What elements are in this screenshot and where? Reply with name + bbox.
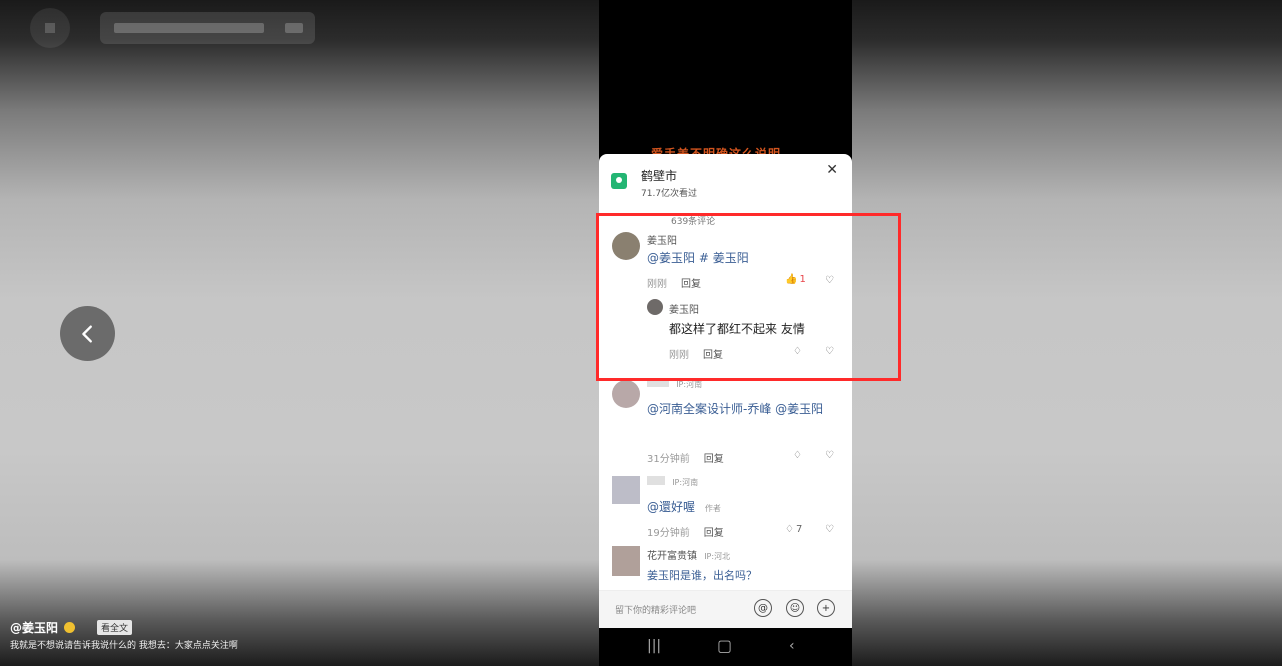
thumbs-up-icon: ♢ — [793, 450, 802, 461]
comment-author-ip: IP:河南 — [647, 378, 702, 390]
like-count: 7 — [795, 524, 803, 535]
read-full-tag[interactable]: 看全文 — [97, 619, 133, 635]
comment-item: 花开富贵镇 IP:河北 姜玉阳是谁，出名吗？ — [599, 544, 852, 590]
comment-item: IP:河南 @還好喔 作者 19分钟前 回复 ♢ 7 ♡ — [599, 476, 852, 539]
mention-link[interactable]: @姜玉阳 — [775, 402, 823, 416]
comment-author-ip: IP:河南 — [647, 476, 698, 488]
hashtag-link[interactable]: # 姜玉阳 — [699, 251, 749, 265]
dislike-icon[interactable]: ♡ — [825, 346, 834, 357]
location-header[interactable]: 鹤壁市 71.7亿次看过 ✕ — [599, 154, 852, 206]
dislike-icon[interactable]: ♡ — [825, 275, 834, 286]
reply-author[interactable]: 姜玉阳 — [669, 301, 699, 316]
comment-item: 姜玉阳 @姜玉阳 # 姜玉阳 刚刚 回复 👍 1 ♡ — [599, 228, 852, 290]
mention-link[interactable]: @姜玉阳 — [647, 251, 695, 265]
like-button[interactable]: 👍 1 — [785, 274, 806, 285]
comment-input-bar: 留下你的精彩评论吧 @ ☺ + — [599, 590, 852, 628]
home-icon[interactable]: ▢ — [717, 636, 732, 655]
comment-text: @姜玉阳 # 姜玉阳 — [647, 247, 749, 269]
mention-link[interactable]: @還好喔 — [647, 500, 695, 514]
reply-text: 都这样了都红不起来 友情 — [669, 322, 805, 336]
avatar[interactable] — [612, 380, 640, 408]
android-nav-bar: ||| ▢ ‹ — [599, 628, 852, 666]
emoji-icon[interactable]: ☺ — [786, 599, 804, 617]
top-title-pill[interactable] — [100, 12, 315, 44]
back-button[interactable] — [60, 306, 115, 361]
comment-text: 姜玉阳是谁，出名吗？ — [647, 569, 757, 582]
at-mention-icon[interactable]: @ — [754, 599, 772, 617]
comment-text: @還好喔 作者 — [647, 496, 721, 520]
comment-time: 31分钟前 — [647, 454, 690, 465]
comment-count: 639条评论 — [671, 217, 716, 227]
chevron-left-icon — [81, 324, 92, 343]
video-caption: 我就是不想说请告诉我说什么的 我想去：大家点点关注啊 — [10, 641, 238, 651]
like-button[interactable]: ♢ — [793, 346, 802, 357]
comment-sheet: 鹤壁市 71.7亿次看过 ✕ 639条评论 姜玉阳 @姜玉阳 # 姜玉阳 刚刚 … — [599, 154, 852, 628]
avatar[interactable] — [612, 476, 640, 504]
location-name: 鹤壁市 — [641, 169, 678, 183]
recent-apps-icon[interactable]: ||| — [647, 638, 661, 654]
comment-meta: 19分钟前 回复 — [647, 524, 724, 539]
comment-time: 19分钟前 — [647, 528, 690, 539]
dislike-icon[interactable]: ♡ — [825, 450, 834, 461]
nav-back-icon[interactable]: ‹ — [789, 638, 795, 654]
comment-meta: 31分钟前 回复 — [647, 450, 724, 465]
add-icon[interactable]: + — [817, 599, 835, 617]
dislike-icon[interactable]: ♡ — [825, 524, 834, 535]
reply-meta: 刚刚 回复 — [669, 346, 723, 361]
comment-author: 花开富贵镇 IP:河北 — [647, 551, 731, 562]
video-info: @姜玉阳 看全文 我就是不想说请告诉我说什么的 我想去：大家点点关注啊 — [10, 618, 570, 651]
like-button[interactable]: ♢ 7 — [785, 524, 802, 535]
author-tag: 作者 — [704, 504, 721, 513]
video-author[interactable]: @姜玉阳 — [10, 619, 58, 636]
comment-time: 刚刚 — [647, 279, 667, 290]
phone-screen: 爱手美不明确这么说明 鹤壁市 71.7亿次看过 ✕ 639条评论 姜玉阳 @姜玉… — [599, 0, 852, 666]
reply-button[interactable]: 回复 — [704, 524, 724, 539]
close-icon[interactable]: ✕ — [826, 162, 838, 178]
like-count: 1 — [799, 274, 806, 285]
mention-link[interactable]: @河南全案设计师-乔峰 — [647, 402, 771, 416]
comment-input[interactable]: 留下你的精彩评论吧 — [615, 603, 696, 616]
avatar[interactable] — [612, 232, 640, 260]
location-views: 71.7亿次看过 — [641, 189, 698, 199]
thumbs-up-icon: ♢ — [793, 346, 802, 357]
reply-button[interactable]: 回复 — [681, 275, 701, 290]
thumbs-up-icon: 👍 — [785, 274, 798, 285]
comment-meta: 刚刚 回复 — [647, 275, 701, 290]
reply-button[interactable]: 回复 — [704, 450, 724, 465]
like-button[interactable]: ♢ — [793, 450, 802, 461]
comment-item: IP:河南 @河南全案设计师-乔峰 @姜玉阳 31分钟前 回复 ♢ ♡ — [599, 378, 852, 468]
avatar[interactable] — [647, 299, 663, 315]
verified-icon — [64, 621, 76, 633]
reply-time: 刚刚 — [669, 350, 689, 361]
reply-button[interactable]: 回复 — [703, 346, 723, 361]
avatar[interactable] — [612, 546, 640, 576]
top-bar — [0, 0, 330, 55]
top-avatar[interactable] — [30, 8, 70, 48]
comment-text: @河南全案设计师-乔峰 @姜玉阳 — [647, 398, 842, 420]
reply-item: 姜玉阳 都这样了都红不起来 友情 刚刚 回复 ♢ ♡ — [599, 296, 852, 362]
location-pin-icon — [611, 173, 627, 189]
comment-author[interactable]: 姜玉阳 — [647, 232, 677, 247]
thumbs-up-icon: ♢ — [785, 524, 794, 535]
